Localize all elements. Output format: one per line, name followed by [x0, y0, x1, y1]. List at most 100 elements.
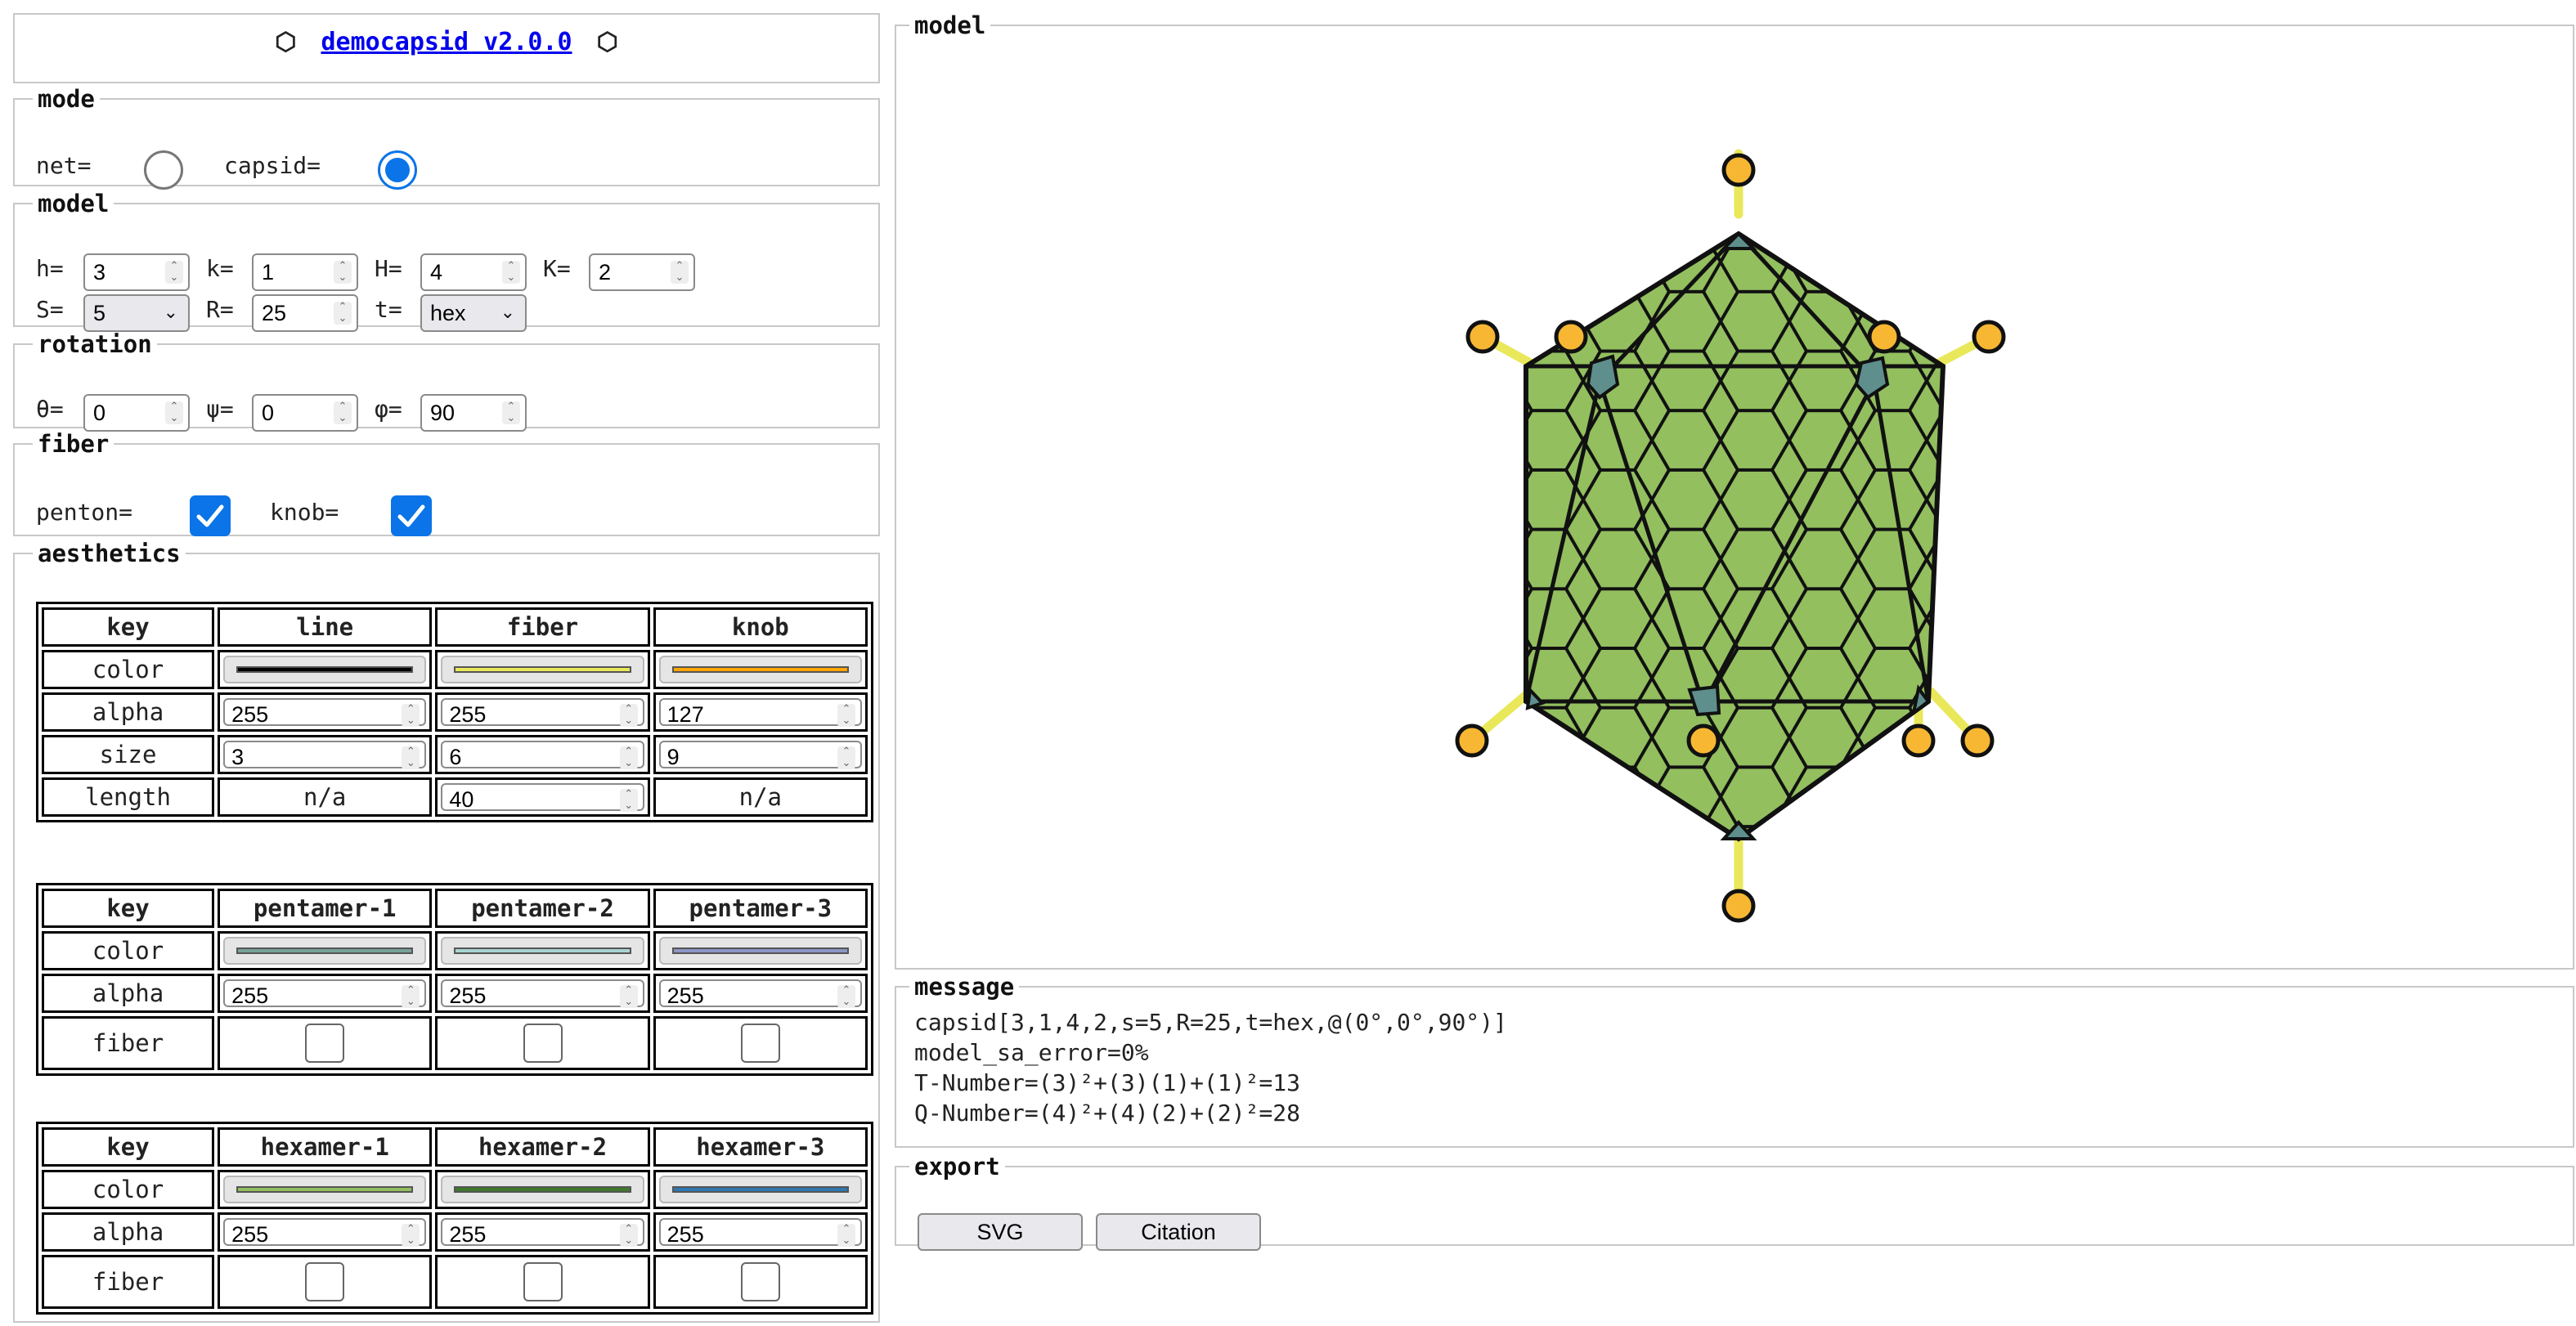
knob-label: knob= — [270, 499, 339, 526]
pentamer-1-fiber-checkbox[interactable] — [305, 1024, 345, 1063]
row-key-fiber: fiber — [42, 1255, 215, 1309]
model-view-legend: model — [914, 11, 986, 39]
theta-input[interactable]: 0 ⌃ ⌄ — [83, 394, 190, 432]
row-key-color: color — [42, 650, 215, 689]
row-key-length: length — [42, 777, 215, 817]
knob-checkbox[interactable] — [391, 495, 432, 536]
knob-alpha-input[interactable]: 127 ⌃ ⌄ — [658, 698, 862, 727]
header-line: line — [218, 607, 433, 647]
H-input[interactable]: 4 ⌃ ⌄ — [420, 253, 527, 291]
hexamer-2-fiber-checkbox[interactable] — [523, 1262, 563, 1301]
pentamer-3-fiber-cell — [653, 1016, 868, 1070]
hexamer-1-alpha-input[interactable]: 255 ⌃ ⌄ — [223, 1218, 427, 1247]
pentamer-1-color-picker[interactable] — [218, 931, 433, 970]
phi-input[interactable]: 90 ⌃ ⌄ — [420, 394, 527, 432]
capsid-radio[interactable] — [378, 150, 417, 190]
knob-color-picker[interactable] — [653, 650, 868, 689]
knob-size-input[interactable]: 9 ⌃ ⌄ — [658, 741, 862, 769]
hexamer-1-fiber-checkbox[interactable] — [305, 1262, 345, 1301]
rotation-panel: rotation θ= 0 ⌃ ⌄ ψ= 0 ⌃ ⌄ φ= 90 ⌃ ⌄ — [13, 332, 880, 432]
pentamer-1-alpha-cell: 255 ⌃ ⌄ — [218, 974, 433, 1013]
hexamer-2-color-picker[interactable] — [435, 1170, 650, 1209]
hexamer-3-color-picker[interactable] — [653, 1170, 868, 1209]
K-input[interactable]: 2 ⌃ ⌄ — [589, 253, 695, 291]
aesthetics-legend: aesthetics — [38, 540, 181, 567]
header-pentamer-1: pentamer-1 — [218, 889, 433, 928]
hexamer-3-alpha-input[interactable]: 255 ⌃ ⌄ — [658, 1218, 862, 1247]
fiber-legend: fiber — [38, 430, 110, 458]
capsid-icosahedron — [1455, 149, 2006, 923]
aesthetics-table-line-fiber-knob: key line fiber knob color alpha 255 ⌃ ⌄ 25… — [36, 602, 873, 822]
net-radio[interactable] — [144, 150, 183, 190]
h-label: h= — [36, 255, 64, 282]
R-label: R= — [206, 296, 234, 323]
pentamer-3-color-picker[interactable] — [653, 931, 868, 970]
header-pentamer-2: pentamer-2 — [435, 889, 650, 928]
t-select[interactable]: hex ⌄ — [420, 294, 527, 332]
fiber-alpha-cell: 255 ⌃ ⌄ — [435, 692, 650, 732]
S-select[interactable]: 5 ⌄ — [83, 294, 190, 332]
line-alpha-input[interactable]: 255 ⌃ ⌄ — [223, 698, 427, 727]
hexamer-3-alpha-cell: 255 ⌃ ⌄ — [653, 1212, 868, 1252]
message-legend: message — [914, 973, 1015, 1001]
R-input[interactable]: 25 ⌃ ⌄ — [252, 294, 358, 332]
model-view-panel: model — [895, 13, 2574, 970]
pentamer-1-alpha-input[interactable]: 255 ⌃ ⌄ — [223, 979, 427, 1008]
hexamer-2-alpha-input[interactable]: 255 ⌃ ⌄ — [441, 1218, 644, 1247]
message-line-2: model_sa_error=0% — [914, 1039, 1149, 1066]
message-line-1: capsid[3,1,4,2,s=5,R=25,t=hex,@(0°,0°,90… — [914, 1009, 1507, 1036]
hexamer-1-color-picker[interactable] — [218, 1170, 433, 1209]
knob-size-cell: 9 ⌃ ⌄ — [653, 735, 868, 774]
fiber-size-input[interactable]: 6 ⌃ ⌄ — [441, 741, 644, 769]
pentamer-2-alpha-input[interactable]: 255 ⌃ ⌄ — [441, 979, 644, 1008]
checkmark-icon — [397, 504, 425, 527]
psi-input[interactable]: 0 ⌃ ⌄ — [252, 394, 358, 432]
row-key-alpha: alpha — [42, 1212, 215, 1252]
line-size-input[interactable]: 3 ⌃ ⌄ — [223, 741, 427, 769]
pentamer-1-fiber-cell — [218, 1016, 433, 1070]
S-label: S= — [36, 296, 64, 323]
citation-button[interactable]: Citation — [1096, 1213, 1261, 1251]
aesthetics-table-hexamer: key hexamer-1 hexamer-2 hexamer-3 color … — [36, 1122, 873, 1315]
t-label: t= — [375, 296, 402, 323]
mode-panel: mode net= capsid= — [13, 85, 880, 190]
pentamer-2-color-picker[interactable] — [435, 931, 650, 970]
svg-export-button[interactable]: SVG — [918, 1213, 1083, 1251]
hexamer-1-fiber-cell — [218, 1255, 433, 1309]
democapsid-link[interactable]: democapsid v2.0.0 — [321, 28, 572, 56]
fiber-alpha-input[interactable]: 255 ⌃ ⌄ — [441, 698, 644, 727]
row-key-color: color — [42, 1170, 215, 1209]
pentamer-2-fiber-checkbox[interactable] — [523, 1024, 563, 1063]
fiber-length-input[interactable]: 40 ⌃ ⌄ — [441, 783, 644, 812]
title-panel: ⬡ democapsid v2.0.0 ⬡ — [13, 13, 880, 83]
header-hexamer-3: hexamer-3 — [653, 1127, 868, 1167]
capsid-model-canvas[interactable] — [896, 54, 2573, 978]
checkmark-icon — [196, 504, 224, 527]
header-fiber: fiber — [435, 607, 650, 647]
hexamer-3-fiber-checkbox[interactable] — [740, 1262, 780, 1301]
hexamer-2-alpha-cell: 255 ⌃ ⌄ — [435, 1212, 650, 1252]
pentamer-3-fiber-checkbox[interactable] — [740, 1024, 780, 1063]
fiber-color-picker[interactable] — [435, 650, 650, 689]
hexamer-2-fiber-cell — [435, 1255, 650, 1309]
h-input[interactable]: 3 ⌃ ⌄ — [83, 253, 190, 291]
line-color-picker[interactable] — [218, 650, 433, 689]
row-key-alpha: alpha — [42, 974, 215, 1013]
aesthetics-panel: aesthetics key line fiber knob color alp… — [13, 541, 880, 1323]
k-input[interactable]: 1 ⌃ ⌄ — [252, 253, 358, 291]
row-key-size: size — [42, 735, 215, 774]
penton-checkbox[interactable] — [190, 495, 231, 536]
row-key-color: color — [42, 931, 215, 970]
K-label: K= — [543, 255, 571, 282]
header-hexamer-2: hexamer-2 — [435, 1127, 650, 1167]
message-line-3: T-Number=(3)²+(3)(1)+(1)²=13 — [914, 1069, 1301, 1096]
mode-legend: mode — [38, 85, 95, 113]
pentamer-3-alpha-cell: 255 ⌃ ⌄ — [653, 974, 868, 1013]
k-label: k= — [206, 255, 234, 282]
penton-label: penton= — [36, 499, 133, 526]
H-label: H= — [375, 255, 402, 282]
hexamer-1-alpha-cell: 255 ⌃ ⌄ — [218, 1212, 433, 1252]
theta-label: θ= — [36, 396, 64, 423]
header-key: key — [42, 607, 215, 647]
pentamer-3-alpha-input[interactable]: 255 ⌃ ⌄ — [658, 979, 862, 1008]
